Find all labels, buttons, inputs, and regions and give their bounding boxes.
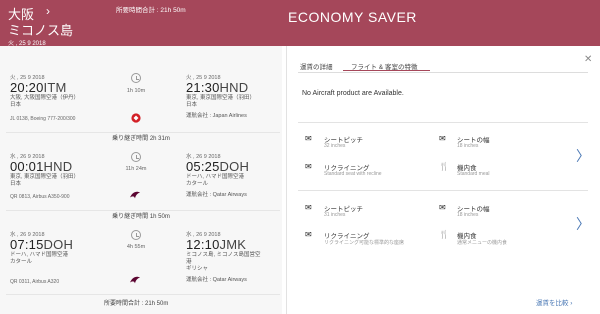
arrival-country: ギリシャ bbox=[186, 266, 209, 272]
seat-pitch-icon: ✉ bbox=[305, 134, 312, 143]
compare-fares-link[interactable]: 運賃を比較 › bbox=[536, 297, 572, 307]
departure-airport-code: DOH bbox=[43, 237, 74, 252]
arrival-airport: 東京, 東京国際空港（羽田） bbox=[186, 95, 256, 101]
departure-airport: 大阪, 大阪国際空港（伊丹） bbox=[10, 95, 80, 101]
amenity-sub: 通常メニューの機内食 bbox=[457, 240, 508, 246]
amenity-sub: 18 inches bbox=[457, 212, 479, 218]
segment-divider bbox=[6, 210, 280, 211]
destination-city: ミコノス島 bbox=[8, 23, 74, 38]
amenity-sub: Standard seat with recline bbox=[324, 171, 382, 177]
segment-divider bbox=[6, 132, 280, 133]
amenity-sub: 18 inches bbox=[457, 143, 479, 149]
departure-time: 00:01HND bbox=[10, 159, 73, 174]
clock-icon bbox=[131, 73, 141, 83]
layover-2: 乗り継ぎ時間 1h 50m bbox=[0, 212, 282, 222]
tabs-divider bbox=[298, 72, 588, 73]
seat-width-icon: ✉ bbox=[439, 203, 446, 212]
flight-info: QR 0813, Airbus A350-900 bbox=[10, 194, 70, 200]
arrival-country: 日本 bbox=[186, 102, 198, 108]
arrival-airport: ドーハ, ハマド国際空港 bbox=[186, 174, 244, 180]
departure-airport: 東京, 東京国際空港（羽田） bbox=[10, 174, 80, 180]
departure-time: 07:15DOH bbox=[10, 237, 74, 252]
amenity-sub: 31 inches bbox=[324, 212, 346, 218]
no-aircraft-message: No Aircraft product are Available. bbox=[302, 90, 404, 97]
amenity-sub: リクライニング可能な標準的な座席 bbox=[324, 240, 405, 246]
operator: 運航会社 : Qatar Airways bbox=[186, 277, 247, 283]
tab-fare-details[interactable]: 運賃の詳細 bbox=[300, 61, 333, 71]
amenity-sub: Standard meal bbox=[457, 171, 490, 177]
departure-airport: ドーハ, ハマド国際空港 bbox=[10, 252, 68, 258]
seat-pitch-icon: ✉ bbox=[305, 203, 312, 212]
departure-airport-code: HND bbox=[43, 159, 73, 174]
amenity-divider bbox=[298, 122, 588, 123]
operator: 運航会社 : Japan Airlines bbox=[186, 113, 247, 119]
qatar-airways-logo-icon bbox=[130, 191, 140, 199]
flight-info: QR 0311, Airbus A320 bbox=[10, 279, 60, 285]
arrival-airport-cont: 港 bbox=[186, 259, 192, 265]
seat-width-icon: ✉ bbox=[439, 134, 446, 143]
japan-airlines-logo-icon bbox=[131, 113, 141, 123]
departure-country: 日本 bbox=[10, 102, 22, 108]
recline-icon: ✉ bbox=[305, 162, 312, 171]
departure-country: カタール bbox=[10, 259, 33, 265]
flight-duration: 1h 10m bbox=[126, 88, 146, 94]
arrival-airport-code: DOH bbox=[219, 159, 250, 174]
arrival-country: カタール bbox=[186, 181, 209, 187]
arrival-time: 21:30HND bbox=[186, 80, 249, 95]
amenity-divider bbox=[298, 190, 588, 191]
layover-1: 乗り継ぎ時間 2h 31m bbox=[0, 134, 282, 144]
operator: 運航会社 : Qatar Airways bbox=[186, 192, 247, 198]
arrival-airport-code: JMK bbox=[219, 237, 247, 252]
arrival-airport-code: HND bbox=[219, 80, 249, 95]
total-duration: 所要時間合計 : 21h 50m bbox=[116, 7, 186, 14]
qatar-airways-logo-icon bbox=[130, 276, 140, 284]
clock-icon bbox=[131, 230, 141, 240]
segment-divider bbox=[6, 294, 280, 295]
arrival-airport: ミコノス島, ミコノス島国営空 bbox=[186, 252, 261, 258]
recline-icon: ✉ bbox=[305, 230, 312, 239]
departure-country: 日本 bbox=[10, 181, 22, 187]
fare-detail-panel bbox=[287, 46, 600, 314]
clock-icon bbox=[131, 152, 141, 162]
fare-name: ECONOMY SAVER bbox=[288, 9, 417, 25]
departure-time: 20:20ITM bbox=[10, 80, 67, 95]
header-bar: 大阪 › ミコノス島 火 , 25 9 2018 所要時間合計 : 21h 50… bbox=[0, 0, 600, 47]
arrival-time: 12:10JMK bbox=[186, 237, 247, 252]
flight-duration: 4h 55m bbox=[126, 244, 146, 250]
meal-icon: 🍴 bbox=[439, 162, 449, 171]
chevron-right-icon[interactable]: 〉 bbox=[576, 146, 590, 166]
flight-info: JL 0138, Boeing 777-200/300 bbox=[10, 116, 76, 122]
chevron-right-icon[interactable]: 〉 bbox=[576, 214, 590, 234]
flight-duration: 11h 24m bbox=[125, 166, 147, 172]
meal-icon: 🍴 bbox=[439, 230, 449, 239]
close-icon[interactable]: ✕ bbox=[584, 54, 592, 65]
chevron-right-icon: › bbox=[46, 4, 50, 18]
arrival-time: 05:25DOH bbox=[186, 159, 250, 174]
departure-airport-code: ITM bbox=[43, 80, 67, 95]
total-duration-bottom: 所要時間合計 : 21h 50m bbox=[104, 301, 169, 307]
amenity-sub: 32 inches bbox=[324, 143, 346, 149]
active-tab-indicator bbox=[343, 70, 430, 71]
